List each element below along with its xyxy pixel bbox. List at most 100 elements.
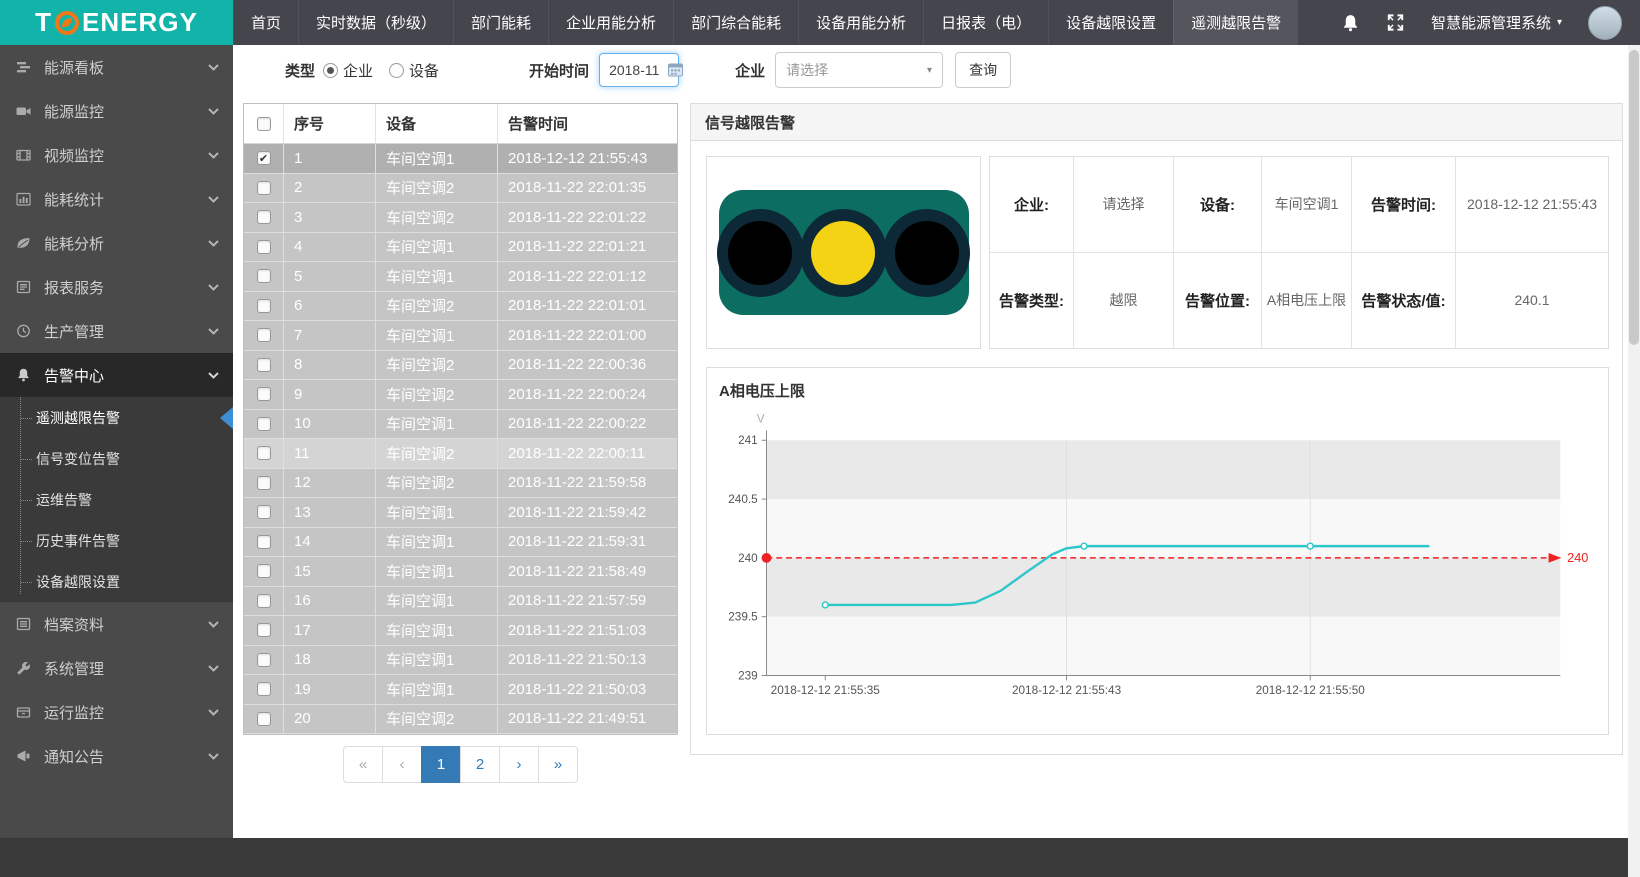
col-header-time: 告警时间 — [498, 104, 677, 143]
row-checkbox[interactable] — [257, 623, 271, 637]
row-checkbox[interactable] — [257, 210, 271, 224]
nav-item[interactable]: 首页 — [233, 0, 298, 45]
table-row[interactable]: 20车间空调22018-11-22 21:49:51 — [244, 705, 677, 735]
cell-time: 2018-11-22 21:50:13 — [498, 646, 677, 675]
scrollbar-thumb[interactable] — [1629, 50, 1639, 345]
radio-device[interactable]: 设备 — [389, 60, 439, 81]
calendar-icon[interactable] — [668, 63, 683, 77]
svg-text:2018-12-12 21:55:35: 2018-12-12 21:55:35 — [771, 684, 881, 697]
sidebar-subitem[interactable]: 历史事件告警 — [0, 520, 233, 561]
row-checkbox[interactable] — [257, 240, 271, 254]
sidebar-item-label: 档案资料 — [44, 614, 208, 635]
sidebar-item[interactable]: 视频监控 — [0, 133, 233, 177]
nav-item[interactable]: 部门综合能耗 — [673, 0, 798, 45]
sidebar-item[interactable]: 生产管理 — [0, 309, 233, 353]
row-checkbox[interactable] — [257, 181, 271, 195]
row-checkbox[interactable] — [257, 712, 271, 726]
table-row[interactable]: ✔1车间空调12018-12-12 21:55:43 — [244, 144, 677, 174]
svg-text:239: 239 — [738, 669, 758, 682]
table-row[interactable]: 13车间空调12018-11-22 21:59:42 — [244, 498, 677, 528]
scrollbar[interactable] — [1628, 45, 1640, 877]
row-checkbox[interactable] — [257, 387, 271, 401]
query-button[interactable]: 查询 — [955, 52, 1011, 88]
row-checkbox[interactable]: ✔ — [257, 151, 271, 165]
page-button[interactable]: 1 — [421, 746, 461, 783]
nav-item[interactable]: 设备用能分析 — [798, 0, 923, 45]
svg-text:239.5: 239.5 — [728, 611, 758, 624]
avatar[interactable] — [1588, 6, 1622, 40]
row-checkbox[interactable] — [257, 653, 271, 667]
sidebar-item[interactable]: 能源监控 — [0, 89, 233, 133]
page-button[interactable]: ‹ — [382, 746, 422, 783]
start-time-input[interactable] — [609, 62, 663, 78]
sidebar-item[interactable]: 能耗统计 — [0, 177, 233, 221]
sidebar-item[interactable]: 报表服务 — [0, 265, 233, 309]
nav-item[interactable]: 日报表（电） — [923, 0, 1048, 45]
page-button[interactable]: « — [343, 746, 383, 783]
table-row[interactable]: 12车间空调22018-11-22 21:59:58 — [244, 469, 677, 499]
sidebar-item[interactable]: 能耗分析 — [0, 221, 233, 265]
sidebar-subitem[interactable]: 信号变位告警 — [0, 438, 233, 479]
select-all-checkbox[interactable] — [257, 117, 271, 131]
table-row[interactable]: 15车间空调12018-11-22 21:58:49 — [244, 557, 677, 587]
sidebar-item[interactable]: 运行监控 — [0, 690, 233, 734]
row-checkbox[interactable] — [257, 299, 271, 313]
sidebar-subitem[interactable]: 运维告警 — [0, 479, 233, 520]
sidebar-item[interactable]: 通知公告 — [0, 734, 233, 778]
row-checkbox[interactable] — [257, 328, 271, 342]
table-row[interactable]: 5车间空调12018-11-22 22:01:12 — [244, 262, 677, 292]
table-row[interactable]: 18车间空调12018-11-22 21:50:13 — [244, 646, 677, 676]
traffic-light-card — [706, 156, 981, 349]
cell-time: 2018-11-22 22:01:00 — [498, 321, 677, 350]
page-button[interactable]: » — [538, 746, 578, 783]
type-label: 类型 — [285, 60, 315, 81]
table-row[interactable]: 2车间空调22018-11-22 22:01:35 — [244, 174, 677, 204]
svg-text:240.5: 240.5 — [728, 493, 758, 506]
table-row[interactable]: 19车间空调12018-11-22 21:50:03 — [244, 675, 677, 705]
nav-item[interactable]: 实时数据（秒级） — [298, 0, 453, 45]
table-row[interactable]: 17车间空调12018-11-22 21:51:03 — [244, 616, 677, 646]
table-row[interactable]: 4车间空调12018-11-22 22:01:21 — [244, 233, 677, 263]
nav-item[interactable]: 遥测越限告警 — [1173, 0, 1298, 45]
row-checkbox[interactable] — [257, 535, 271, 549]
sidebar-item[interactable]: 档案资料 — [0, 602, 233, 646]
sidebar-item[interactable]: 能源看板 — [0, 45, 233, 89]
table-row[interactable]: 7车间空调12018-11-22 22:01:00 — [244, 321, 677, 351]
sidebar-subitem[interactable]: 遥测越限告警 — [0, 397, 233, 438]
sidebar-item-label: 能耗统计 — [44, 189, 208, 210]
radio-enterprise[interactable]: 企业 — [323, 60, 373, 81]
enterprise-select[interactable]: 请选择 ▾ — [775, 52, 943, 88]
cell-device: 车间空调2 — [376, 439, 498, 468]
row-checkbox[interactable] — [257, 505, 271, 519]
row-checkbox[interactable] — [257, 594, 271, 608]
sidebar-item[interactable]: 告警中心 — [0, 353, 233, 397]
table-row[interactable]: 3车间空调22018-11-22 22:01:22 — [244, 203, 677, 233]
table-row[interactable]: 16车间空调12018-11-22 21:57:59 — [244, 587, 677, 617]
table-row[interactable]: 6车间空调22018-11-22 22:01:01 — [244, 292, 677, 322]
table-row[interactable]: 11车间空调22018-11-22 22:00:11 — [244, 439, 677, 469]
nav-item[interactable]: 企业用能分析 — [548, 0, 673, 45]
row-checkbox[interactable] — [257, 682, 271, 696]
sidebar-item[interactable]: 系统管理 — [0, 646, 233, 690]
row-checkbox[interactable] — [257, 476, 271, 490]
nav-item[interactable]: 部门能耗 — [453, 0, 548, 45]
fullscreen-icon[interactable] — [1386, 13, 1405, 32]
row-checkbox[interactable] — [257, 564, 271, 578]
chart-title: A相电压上限 — [719, 380, 1596, 401]
table-row[interactable]: 14车间空调12018-11-22 21:59:31 — [244, 528, 677, 558]
page-button[interactable]: › — [499, 746, 539, 783]
system-menu[interactable]: 智慧能源管理系统 ▾ — [1431, 12, 1562, 33]
bell-icon[interactable] — [1341, 13, 1360, 33]
row-checkbox[interactable] — [257, 446, 271, 460]
row-checkbox[interactable] — [257, 269, 271, 283]
row-checkbox[interactable] — [257, 417, 271, 431]
sidebar-item-label: 能源监控 — [44, 101, 208, 122]
page-button[interactable]: 2 — [460, 746, 500, 783]
table-row[interactable]: 8车间空调22018-11-22 22:00:36 — [244, 351, 677, 381]
sidebar-subitem[interactable]: 设备越限设置 — [0, 561, 233, 602]
table-row[interactable]: 10车间空调12018-11-22 22:00:22 — [244, 410, 677, 440]
table-row[interactable]: 9车间空调22018-11-22 22:00:24 — [244, 380, 677, 410]
nav-item[interactable]: 设备越限设置 — [1048, 0, 1173, 45]
row-checkbox[interactable] — [257, 358, 271, 372]
chevron-down-icon — [208, 753, 219, 760]
